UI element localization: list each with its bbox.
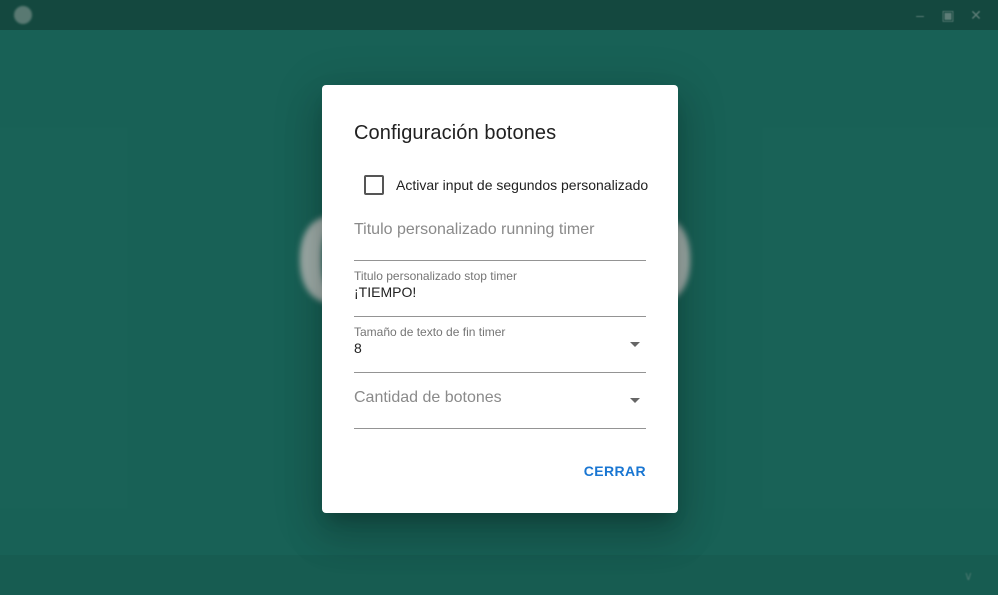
stop-title-value[interactable]: ¡TIEMPO!	[354, 284, 416, 300]
custom-seconds-checkbox-label[interactable]: Activar input de segundos personalizado	[396, 177, 648, 193]
button-count-select[interactable]: Cantidad de botones	[354, 373, 646, 429]
end-text-size-value[interactable]: 8	[354, 340, 362, 356]
running-title-input[interactable]: Titulo personalizado running timer	[354, 205, 646, 261]
button-count-placeholder: Cantidad de botones	[354, 389, 502, 406]
settings-dialog: Configuración botones Activar input de s…	[322, 85, 678, 513]
running-title-placeholder: Titulo personalizado running timer	[354, 221, 595, 238]
custom-seconds-checkbox[interactable]	[364, 175, 384, 195]
end-text-size-select[interactable]: Tamaño de texto de fin timer 8	[354, 317, 646, 373]
custom-seconds-checkbox-row[interactable]: Activar input de segundos personalizado	[364, 175, 648, 195]
app-window: – ▣ ✕ 00:00 ∨ Configuración botones Acti…	[0, 0, 998, 595]
chevron-down-icon[interactable]	[630, 342, 640, 347]
close-button[interactable]: CERRAR	[578, 457, 652, 485]
end-text-size-label: Tamaño de texto de fin timer	[354, 325, 506, 339]
dialog-title: Configuración botones	[354, 122, 557, 144]
chevron-down-icon[interactable]	[630, 398, 640, 403]
stop-title-label: Titulo personalizado stop timer	[354, 269, 517, 283]
stop-title-input[interactable]: Titulo personalizado stop timer ¡TIEMPO!	[354, 261, 646, 317]
